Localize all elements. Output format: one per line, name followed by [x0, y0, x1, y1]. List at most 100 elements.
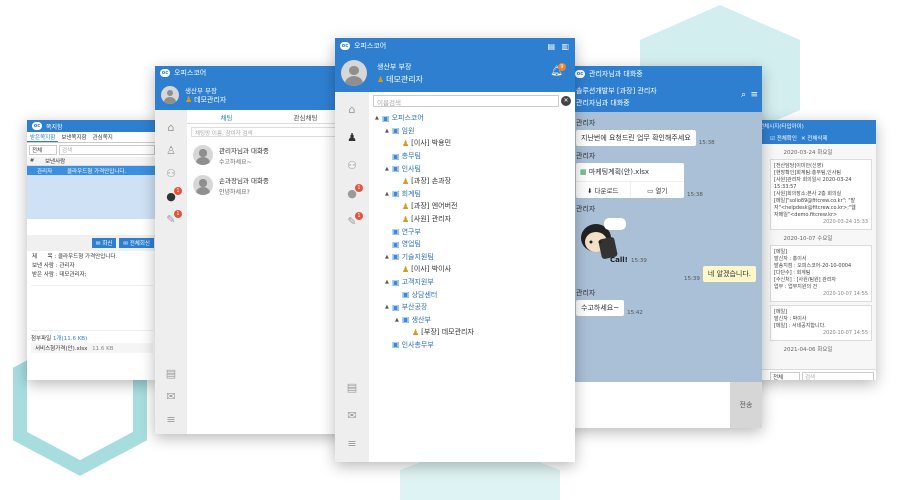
note-filter-select[interactable]: 전체	[29, 145, 57, 155]
tree-person-row[interactable]: ♟ [이사] 박이사	[375, 263, 569, 276]
tab-received[interactable]: 받은쪽지함	[27, 133, 59, 142]
folder-icon: ▣	[392, 340, 400, 350]
notice-search-input[interactable]: 검색	[802, 372, 874, 380]
chat-header-line1: 솔루션개발부 [과장] 관리자	[576, 87, 657, 95]
search-icon[interactable]: ⌕	[741, 90, 746, 100]
tree-toggle-icon[interactable]: ▲	[385, 166, 392, 172]
tab-favorite-chat[interactable]: 관심채팅	[266, 112, 345, 122]
tab-favorite[interactable]: 관심쪽지	[90, 133, 116, 141]
chat-input-area: 전송	[570, 382, 762, 428]
notice-icon[interactable]: ✎ 1	[344, 212, 363, 228]
tree-department-row[interactable]: ▲ ▣ 임원	[375, 125, 569, 138]
open-icon: ▭	[647, 187, 654, 195]
tree-department-row[interactable]: ▣ 영업팀	[375, 238, 569, 251]
notice-card[interactable]: [전산담당]이미안(신영) [현장확인]회계팀:총무팀,인사팀 [사원]관리자 …	[770, 159, 872, 230]
tree-department-row[interactable]: ▣ 인사총무부	[375, 339, 569, 352]
delete-all-button[interactable]: ✕ 전체삭제	[801, 134, 828, 142]
menu-icon[interactable]: ≡	[163, 413, 179, 426]
person-icon: ♟	[412, 327, 420, 337]
window-mode-icon[interactable]: ▤	[547, 42, 555, 51]
tree-toggle-icon[interactable]: ▲	[385, 279, 392, 285]
send-button[interactable]: 전송	[730, 382, 762, 428]
attachment-count[interactable]: 1개(11.6 KB)	[53, 336, 87, 342]
person-icon: ♟	[402, 138, 410, 148]
chat-title: 관리자님과 대화중	[219, 146, 269, 155]
tree-department-row[interactable]: ▲ ▣ 인사팀	[375, 162, 569, 175]
message-bubble[interactable]: 지난번에 요청드린 업무 확인해주세요	[576, 130, 696, 146]
menu-icon[interactable]: ≡	[750, 90, 758, 100]
chat-input[interactable]	[570, 382, 730, 428]
tab-sent[interactable]: 보낸쪽지함	[58, 133, 89, 141]
detail-sender-row: 보낸 사람 : 관리자	[32, 262, 152, 271]
notice-line: [메일] : 서네공지합니다.	[774, 323, 826, 329]
user-person-icon: ♟	[185, 95, 193, 104]
tree-toggle-icon[interactable]: ▲	[385, 128, 392, 134]
note-search-input[interactable]: 검색	[59, 145, 155, 155]
clear-search-icon[interactable]: ✕	[561, 96, 571, 106]
person-icon[interactable]: ♙	[163, 144, 179, 157]
avatar[interactable]	[161, 86, 179, 104]
window-split-icon[interactable]: ▥	[561, 42, 569, 51]
tree-toggle-icon[interactable]: ▲	[375, 115, 382, 121]
tree-department-row[interactable]: ▲ ▣ 고객지원부	[375, 276, 569, 289]
name-search-input[interactable]: 이름검색	[373, 95, 559, 107]
notice-icon[interactable]: ✎ 1	[163, 210, 182, 226]
notice-filter-select[interactable]: 전체	[770, 372, 800, 380]
list-item[interactable]: 관리자님과 대화중 수고하세요~	[187, 140, 345, 170]
group-icon[interactable]: ⚇	[163, 167, 179, 180]
chat-window-titlebar: oc 관리자님과 대화중	[570, 66, 762, 82]
tree-department-row[interactable]: ▣ 총무팀	[375, 150, 569, 163]
note-table-row[interactable]: 관리자 클라우드형 가격안입니다.	[27, 166, 157, 175]
org-titlebar: oc 오피스코어 ▤ ▥	[335, 38, 575, 54]
reply-all-button[interactable]: ✉ 전체회신	[119, 238, 154, 248]
home-icon[interactable]: ⌂	[163, 121, 179, 134]
tree-department-row[interactable]: ▲ ▣ 오피스코어	[375, 112, 569, 125]
bell-badge: 9	[558, 63, 566, 71]
menu-icon[interactable]: ≡	[344, 437, 360, 450]
chat-window: oc 관리자님과 대화중 솔루션개발부 [과장] 관리자 관리자님과 대화중 ⌕…	[570, 66, 762, 428]
attachment-file-row[interactable]: 서비스형가격(안).xlsx 11.6 KB	[31, 343, 153, 353]
mail-icon[interactable]: ✉	[163, 390, 179, 403]
document-icon[interactable]: ▤	[344, 381, 360, 394]
chat-icon[interactable]: ● 1	[163, 187, 182, 203]
tree-department-row[interactable]: ▲ ▣ 회계팀	[375, 188, 569, 201]
my-message-bubble[interactable]: 네 알겠습니다.	[702, 266, 756, 282]
chat-search-input[interactable]: 채팅방 이름, 참여자 검색	[191, 127, 341, 137]
tree-toggle-icon[interactable]: ▲	[385, 254, 392, 260]
tree-label: 총무팀	[401, 152, 421, 161]
avatar	[193, 175, 213, 195]
tree-toggle-icon[interactable]: ▲	[385, 304, 392, 310]
home-icon[interactable]: ⌂	[344, 103, 360, 116]
tree-person-row[interactable]: ♟ [과장] 손과장	[375, 175, 569, 188]
tree-department-row[interactable]: ▣ 연구부	[375, 225, 569, 238]
tree-person-row[interactable]: ♟ [사원] 관리자	[375, 213, 569, 226]
tree-department-row[interactable]: ▣ 상담센터	[375, 288, 569, 301]
tree-toggle-icon[interactable]: ▲	[385, 191, 392, 197]
person-icon[interactable]: ♟	[344, 131, 360, 144]
tree-person-row[interactable]: ♟ [부장] 데모관리자	[375, 326, 569, 339]
download-button[interactable]: ⬇ 다운로드	[576, 182, 631, 198]
notice-card[interactable]: [메일] 발신자 : 박이사 [메일] : 서네공지합니다. 2020-10-0…	[770, 305, 872, 341]
reply-button[interactable]: ✉ 회신	[91, 238, 117, 248]
tab-chat[interactable]: 채팅	[187, 112, 266, 122]
notice-title: 전체시지(타입아이)	[759, 124, 804, 130]
folder-icon: ▣	[402, 315, 410, 325]
chat-icon[interactable]: ● 1	[344, 184, 363, 200]
bell-icon[interactable]: 🔔︎ 9	[550, 63, 566, 77]
open-button[interactable]: ▭ 열기	[631, 182, 685, 198]
avatar[interactable]	[341, 60, 367, 86]
tree-person-row[interactable]: ♟ [과장] 엔어버전	[375, 200, 569, 213]
group-icon[interactable]: ⚇	[344, 159, 360, 172]
tree-toggle-icon[interactable]: ▲	[395, 317, 402, 323]
document-icon[interactable]: ▤	[163, 367, 179, 380]
tree-person-row[interactable]: ♟ [이사] 박용민	[375, 137, 569, 150]
notice-card[interactable]: [메일] 발신자 : 홍이서 발송지점 : 오피스코어-20-10-0004 […	[770, 245, 872, 302]
check-all-button[interactable]: ☑ 전체확인	[770, 134, 797, 142]
check-all-label: 전체확인	[776, 136, 797, 142]
mail-icon[interactable]: ✉	[344, 409, 360, 422]
list-item[interactable]: 손과장님과 대화중 안녕하세요?	[187, 170, 345, 200]
tree-department-row[interactable]: ▲ ▣ 부산공장	[375, 301, 569, 314]
tree-department-row[interactable]: ▲ ▣ 생산부	[375, 314, 569, 327]
tree-department-row[interactable]: ▲ ▣ 기술지원팀	[375, 251, 569, 264]
message-bubble[interactable]: 수고하세요~	[576, 300, 625, 316]
